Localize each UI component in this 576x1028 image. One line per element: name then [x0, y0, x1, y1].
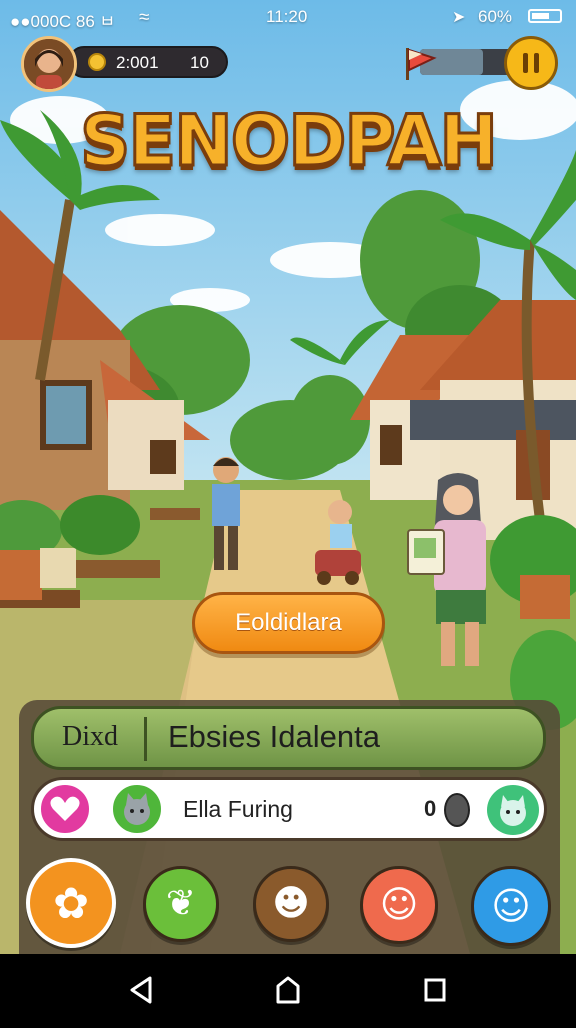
battery-icon: [528, 9, 562, 23]
coin-icon: [88, 53, 106, 71]
divider: [144, 717, 147, 761]
location-name: Ebsies Idalenta: [168, 719, 380, 754]
pet-button[interactable]: [484, 782, 542, 838]
cat-icon: ☺: [491, 884, 531, 928]
carrier-text: ●●000C 86 ㅂ: [10, 12, 116, 31]
wifi-icon: ≈: [139, 7, 150, 28]
location-icon: ➤: [452, 9, 466, 26]
recents-icon[interactable]: [424, 978, 446, 1002]
cat-avatar-button[interactable]: [110, 782, 164, 836]
leaf-icon: ❦: [165, 883, 197, 924]
status-bar: ●●000C 86 ㅂ ≈ 11:20 ➤ 60%: [0, 0, 576, 34]
face-icon: ☺: [379, 883, 419, 926]
egg-icon: [444, 793, 470, 827]
location-tag: Dixd: [62, 721, 118, 752]
location-bar: Dixd Ebsies Idalenta: [31, 706, 546, 770]
clock-time: 11:20: [266, 7, 308, 26]
cat-face-icon: [124, 793, 150, 825]
home-icon[interactable]: [276, 976, 300, 1004]
game-title: SENODPAH: [78, 99, 499, 184]
pause-icon: [523, 53, 528, 73]
battery-text: 60%: [478, 7, 513, 26]
heart-button[interactable]: [38, 782, 92, 836]
action-button-face[interactable]: ☺: [360, 866, 438, 944]
coin-counter: 2:001 10: [68, 46, 228, 78]
action-button-leaf[interactable]: ❦: [143, 866, 219, 942]
action-button-bear[interactable]: ☻: [253, 866, 329, 942]
back-icon[interactable]: [130, 976, 152, 1004]
coin-count: 10: [190, 53, 209, 72]
pet-face-icon: [500, 795, 526, 826]
scene-action-button[interactable]: Eoldidlara: [192, 592, 385, 654]
action-button-cat[interactable]: ☺: [471, 866, 551, 946]
pause-button[interactable]: [504, 36, 558, 90]
avatar-portrait-icon: [24, 39, 74, 89]
heart-icon: [50, 796, 80, 821]
player-avatar[interactable]: [21, 36, 77, 92]
flag-icon: [406, 48, 437, 80]
android-nav-bar: [0, 954, 576, 1024]
bear-icon: ☻: [272, 883, 310, 924]
chat-bar[interactable]: Ella Furing 0: [31, 777, 547, 841]
action-button-paw[interactable]: ✿: [26, 858, 116, 948]
chat-count: 0: [424, 796, 437, 821]
paw-icon: ✿: [52, 879, 90, 929]
chat-contact-name: Ella Furing: [183, 796, 293, 822]
pause-icon-bar: [534, 53, 539, 73]
coin-value: 2:001: [116, 53, 159, 72]
